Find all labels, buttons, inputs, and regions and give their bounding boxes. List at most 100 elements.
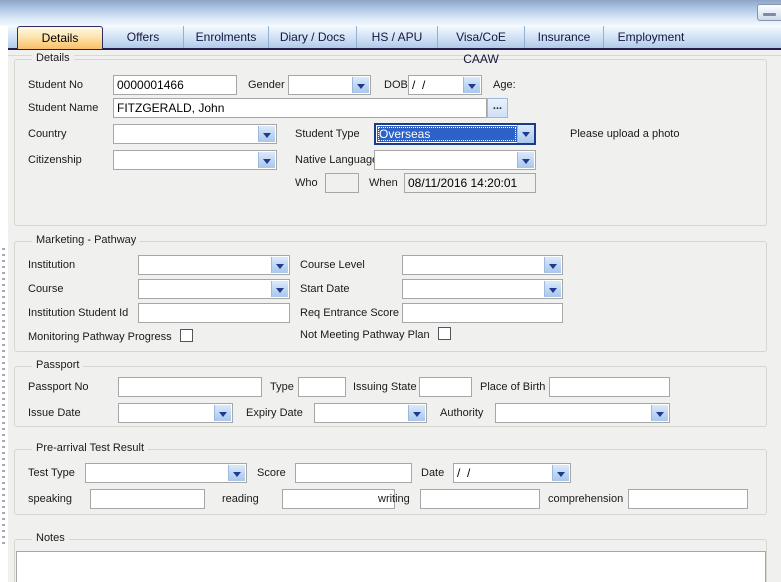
chevron-down-icon[interactable] [463, 77, 480, 93]
passport-no-input[interactable] [118, 377, 262, 397]
citizenship-label: Citizenship [28, 154, 82, 166]
student-name-input[interactable] [113, 98, 487, 118]
when-label: When [369, 177, 398, 189]
chevron-down-icon[interactable] [544, 281, 561, 297]
student-no-label: Student No [28, 79, 83, 91]
writing-label: writing [378, 493, 410, 505]
tab-enrolments[interactable]: Enrolments [183, 26, 268, 48]
test-date-label: Date [421, 467, 444, 479]
chevron-down-icon[interactable] [651, 405, 668, 421]
splitter-handle[interactable] [2, 248, 5, 548]
chevron-down-icon[interactable] [517, 152, 534, 168]
chevron-down-icon[interactable] [552, 465, 569, 481]
tab-hs-apu[interactable]: HS / APU [356, 26, 437, 48]
pre-arrival-group-title: Pre-arrival Test Result [32, 442, 148, 454]
tab-strip: Details Offers Enrolments Diary / Docs H… [8, 26, 781, 48]
dob-label: DOB [384, 79, 408, 91]
expiry-date-dropdown[interactable] [314, 403, 427, 423]
chevron-down-icon[interactable] [271, 257, 288, 273]
place-of-birth-input[interactable] [549, 377, 670, 397]
chevron-down-icon[interactable] [408, 405, 425, 421]
student-type-dropdown[interactable]: Overseas [374, 123, 536, 145]
institution-student-id-input[interactable] [138, 303, 290, 323]
issuing-state-input[interactable] [419, 377, 472, 397]
not-meeting-pathway-plan-label: Not Meeting Pathway Plan [300, 329, 430, 341]
comprehension-input[interactable] [628, 489, 748, 509]
chevron-down-icon[interactable] [258, 126, 275, 142]
institution-label: Institution [28, 259, 75, 271]
native-language-label: Native Language [295, 154, 378, 166]
chevron-down-icon[interactable] [228, 465, 245, 481]
course-level-label: Course Level [300, 259, 365, 271]
country-label: Country [28, 128, 67, 140]
when-field [404, 173, 536, 193]
authority-dropdown[interactable] [495, 403, 670, 423]
test-date-dropdown[interactable]: / / [453, 463, 571, 483]
institution-dropdown[interactable] [138, 255, 290, 275]
student-type-value: Overseas [377, 126, 517, 142]
chevron-down-icon[interactable] [258, 152, 275, 168]
monitoring-pathway-progress-label: Monitoring Pathway Progress [28, 331, 172, 343]
course-level-dropdown[interactable] [402, 255, 563, 275]
req-entrance-score-input[interactable] [402, 303, 563, 323]
monitoring-pathway-progress-checkbox[interactable] [180, 329, 193, 342]
details-group-title: Details [32, 52, 74, 64]
passport-group-title: Passport [32, 359, 83, 371]
titlebar [0, 0, 781, 26]
student-type-label: Student Type [295, 128, 360, 140]
passport-no-label: Passport No [28, 381, 89, 393]
who-label: Who [295, 177, 318, 189]
expiry-date-label: Expiry Date [246, 407, 303, 419]
citizenship-dropdown[interactable] [113, 150, 277, 170]
chevron-down-icon[interactable] [517, 125, 534, 143]
marketing-pathway-group-title: Marketing - Pathway [32, 234, 140, 246]
tab-offers[interactable]: Offers [103, 26, 183, 48]
student-no-input[interactable] [113, 75, 237, 95]
score-label: Score [257, 467, 286, 479]
gender-label: Gender [248, 79, 285, 91]
not-meeting-pathway-plan-checkbox[interactable] [438, 327, 451, 340]
test-type-dropdown[interactable] [85, 463, 247, 483]
issuing-state-label: Issuing State [353, 381, 417, 393]
page-top-edge [8, 55, 781, 56]
chevron-down-icon[interactable] [271, 281, 288, 297]
country-dropdown[interactable] [113, 124, 277, 144]
test-type-label: Test Type [28, 467, 75, 479]
dob-date-dropdown[interactable]: / / [408, 75, 482, 95]
minimize-icon[interactable] [757, 4, 781, 21]
issue-date-label: Issue Date [28, 407, 81, 419]
dob-value: / / [412, 78, 462, 92]
authority-label: Authority [440, 407, 483, 419]
institution-student-id-label: Institution Student Id [28, 307, 128, 319]
notes-group-title: Notes [32, 532, 69, 544]
test-date-value: / / [457, 466, 551, 480]
issue-date-dropdown[interactable] [118, 403, 233, 423]
score-input[interactable] [295, 463, 412, 483]
start-date-dropdown[interactable] [402, 279, 563, 299]
who-field [325, 173, 359, 193]
chevron-down-icon[interactable] [214, 405, 231, 421]
comprehension-label: comprehension [548, 493, 623, 505]
browse-ellipsis-button[interactable]: ... [487, 98, 508, 118]
tab-employment[interactable]: Employment [603, 26, 698, 48]
speaking-input[interactable] [90, 489, 205, 509]
notes-textarea[interactable] [16, 551, 766, 582]
age-label: Age: [493, 79, 516, 91]
photo-upload-hint: Please upload a photo [570, 128, 679, 140]
place-of-birth-label: Place of Birth [480, 381, 545, 393]
passport-type-input[interactable] [298, 377, 346, 397]
passport-type-label: Type [270, 381, 294, 393]
chevron-down-icon[interactable] [544, 257, 561, 273]
tab-diary-docs[interactable]: Diary / Docs [268, 26, 356, 48]
native-language-dropdown[interactable] [374, 150, 536, 170]
tab-insurance[interactable]: Insurance [524, 26, 603, 48]
writing-input[interactable] [420, 489, 540, 509]
gender-dropdown[interactable] [288, 75, 371, 95]
speaking-label: speaking [28, 493, 72, 505]
course-dropdown[interactable] [138, 279, 290, 299]
chevron-down-icon[interactable] [352, 77, 369, 93]
course-label: Course [28, 283, 63, 295]
tab-details[interactable]: Details [17, 26, 103, 49]
tab-visa-coe-caaw[interactable]: Visa/CoE CAAW [437, 26, 524, 48]
start-date-label: Start Date [300, 283, 350, 295]
